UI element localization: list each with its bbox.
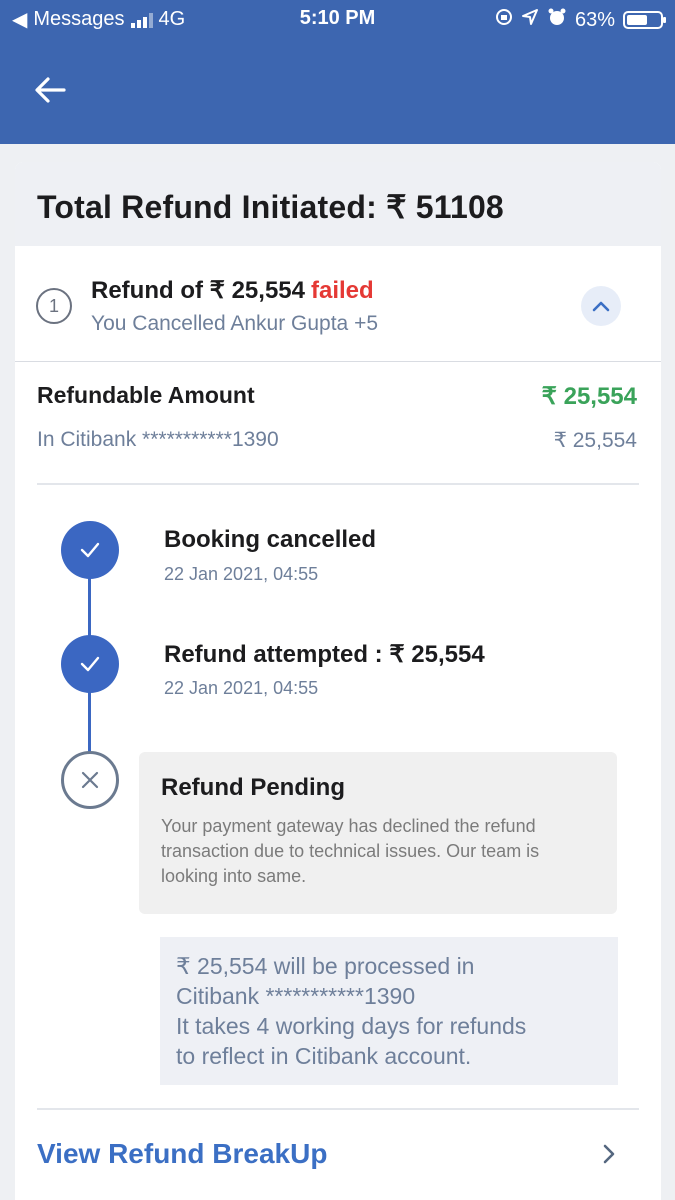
view-refund-breakup-label[interactable]: View Refund BreakUp — [37, 1138, 327, 1170]
refund-item-header[interactable]: 1 Refund of ₹ 25,554 failed You Cancelled… — [15, 246, 661, 362]
status-bar: ◀ Messages 4G 5:10 PM 63% — [0, 0, 675, 36]
view-refund-breakup-button[interactable]: View Refund BreakUp — [37, 1108, 639, 1200]
refund-bank-amount: ₹ 25,554 — [553, 429, 637, 452]
timeline-step-1-title: Booking cancelled — [164, 526, 377, 553]
info-line-2: Citibank ***********1390 — [176, 983, 416, 1009]
info-line-1: ₹ 25,554 will be processed in — [176, 953, 475, 979]
back-button[interactable] — [28, 70, 72, 110]
timeline-step-1-date: 22 Jan 2021, 04:55 — [164, 564, 319, 584]
refund-pending-box: Refund Pending Your payment gateway has … — [139, 752, 617, 914]
refundable-amount: ₹ 25,554 — [541, 383, 637, 410]
arrow-left-icon — [35, 77, 66, 103]
timeline-step-2-title: Refund attempted : ₹ 25,554 — [164, 641, 485, 668]
timeline-step-2-date: 22 Jan 2021, 04:55 — [164, 678, 319, 698]
orientation-lock-icon — [495, 8, 513, 32]
info-line-3: It takes 4 working days for refunds — [176, 1013, 527, 1039]
collapse-button[interactable] — [581, 286, 621, 326]
timeline-step-2-dot — [61, 635, 119, 693]
refund-pending-title: Refund Pending — [161, 774, 345, 801]
total-refund-title: Total Refund Initiated: ₹ 51108 — [37, 189, 504, 225]
battery-icon — [623, 11, 666, 29]
divider — [37, 483, 639, 485]
app-header — [0, 36, 675, 144]
refund-pending-description: Your payment gateway has declined the re… — [161, 816, 540, 886]
refundable-section: Refundable Amount ₹ 25,554 In Citibank *… — [37, 382, 637, 452]
location-icon — [521, 8, 539, 32]
close-icon — [81, 771, 99, 789]
info-line-4: to reflect in Citibank account. — [176, 1043, 472, 1069]
step-number: 1 — [36, 288, 72, 324]
total-refund-bar: Total Refund Initiated: ₹ 51108 — [15, 162, 661, 246]
refund-item-title: Refund of ₹ 25,554 failed — [91, 276, 374, 305]
timeline-step-3-dot — [61, 751, 119, 809]
processing-info-box: ₹ 25,554 will be processed in Citibank *… — [160, 937, 618, 1085]
timeline-step-1-dot — [61, 521, 119, 579]
check-icon — [80, 542, 100, 558]
status-right: 63% — [495, 7, 666, 33]
battery-percent: 63% — [574, 8, 615, 31]
chevron-right-icon — [603, 1144, 615, 1164]
alarm-icon — [547, 7, 567, 33]
refund-item-subtitle: You Cancelled Ankur Gupta +5 — [91, 312, 379, 335]
refund-card: Total Refund Initiated: ₹ 51108 1 Refund… — [15, 162, 661, 1200]
check-icon — [80, 656, 100, 672]
chevron-up-icon — [592, 301, 610, 312]
refund-amount-text: Refund of ₹ 25,554 — [91, 277, 305, 304]
refund-bank-account: In Citibank ***********1390 — [37, 428, 279, 451]
refund-status-failed: failed — [310, 277, 374, 304]
